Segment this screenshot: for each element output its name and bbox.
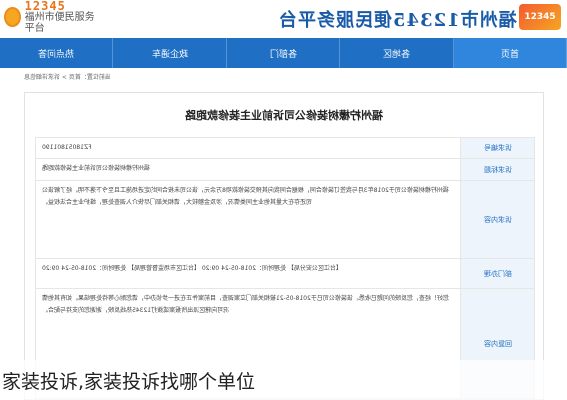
- nav-item-home[interactable]: 首页: [453, 38, 567, 68]
- overlay-caption: 家装投诉,家装投诉找哪个单位: [0, 360, 567, 400]
- site-logo[interactable]: 12345 福州市便民服务平台: [4, 0, 96, 34]
- row-value: 福州柠檬树装修公司于2018年3月与我签订装修合同，根据合同我向其预交装修款项8…: [42, 187, 449, 206]
- row-label: 部门办理: [483, 269, 512, 278]
- logo-subtitle: 福州市便民服务平台: [24, 11, 95, 34]
- row-label: 诉求标题: [483, 165, 512, 174]
- row-value: 您好！经查，您反映的问题已收悉。该装修公司已于2018-05-21被相关部门立案…: [42, 295, 449, 314]
- row-value: FZ18051801190: [42, 144, 92, 151]
- nav-item-regions[interactable]: 各地区: [340, 38, 454, 68]
- breadcrumb: 当前位置：首页 > 诉求详细信息: [24, 74, 111, 81]
- table-row: 【台江区公安分局】 处理时间：2018-05-24 09:20 【台江区市场监督…: [35, 259, 535, 289]
- row-label: 诉求编号: [483, 144, 512, 152]
- logo-number: 12345: [24, 0, 66, 13]
- content-panel: 福州柠檬树装修公司诉前业主装修款跑路 FZ18051801190 诉求编号 福州…: [24, 92, 544, 400]
- table-row: 福州柠檬树装修公司于2018年3月与我签订装修合同，根据合同我向其预交装修款项8…: [35, 181, 535, 259]
- header: 12345 福州市便民服务平台 福州市12345便民服务平台 12345: [0, 0, 567, 38]
- page-title: 福州柠檬树装修公司诉前业主装修款跑路: [185, 109, 383, 122]
- nav-item-hot-qa[interactable]: 热点问答: [0, 38, 114, 68]
- row-label: 回复内容: [483, 339, 512, 348]
- site-title: 福州市12345便民服务平台: [278, 10, 517, 31]
- nav-item-departments[interactable]: 各部门: [227, 38, 341, 68]
- brand-badge: 12345: [519, 4, 561, 30]
- row-label: 诉求内容: [483, 215, 512, 224]
- caption-text: 家装投诉,家装投诉找哪个单位: [2, 370, 256, 393]
- logo-icon: [4, 7, 21, 27]
- table-row: 福州柠檬树装修公司诉前业主装修款跑路 诉求标题: [35, 159, 535, 181]
- nav-item-gov-enterprise[interactable]: 政企通车: [113, 38, 227, 68]
- row-value: 【台江区公安分局】 处理时间：2018-05-24 09:20 【台江区市场监督…: [42, 265, 342, 272]
- row-value: 福州柠檬树装修公司诉前业主装修款跑路: [42, 165, 151, 172]
- table-row: FZ18051801190 诉求编号: [35, 137, 535, 159]
- main-nav: 热点问答 政企通车 各部门 各地区 首页: [0, 38, 567, 68]
